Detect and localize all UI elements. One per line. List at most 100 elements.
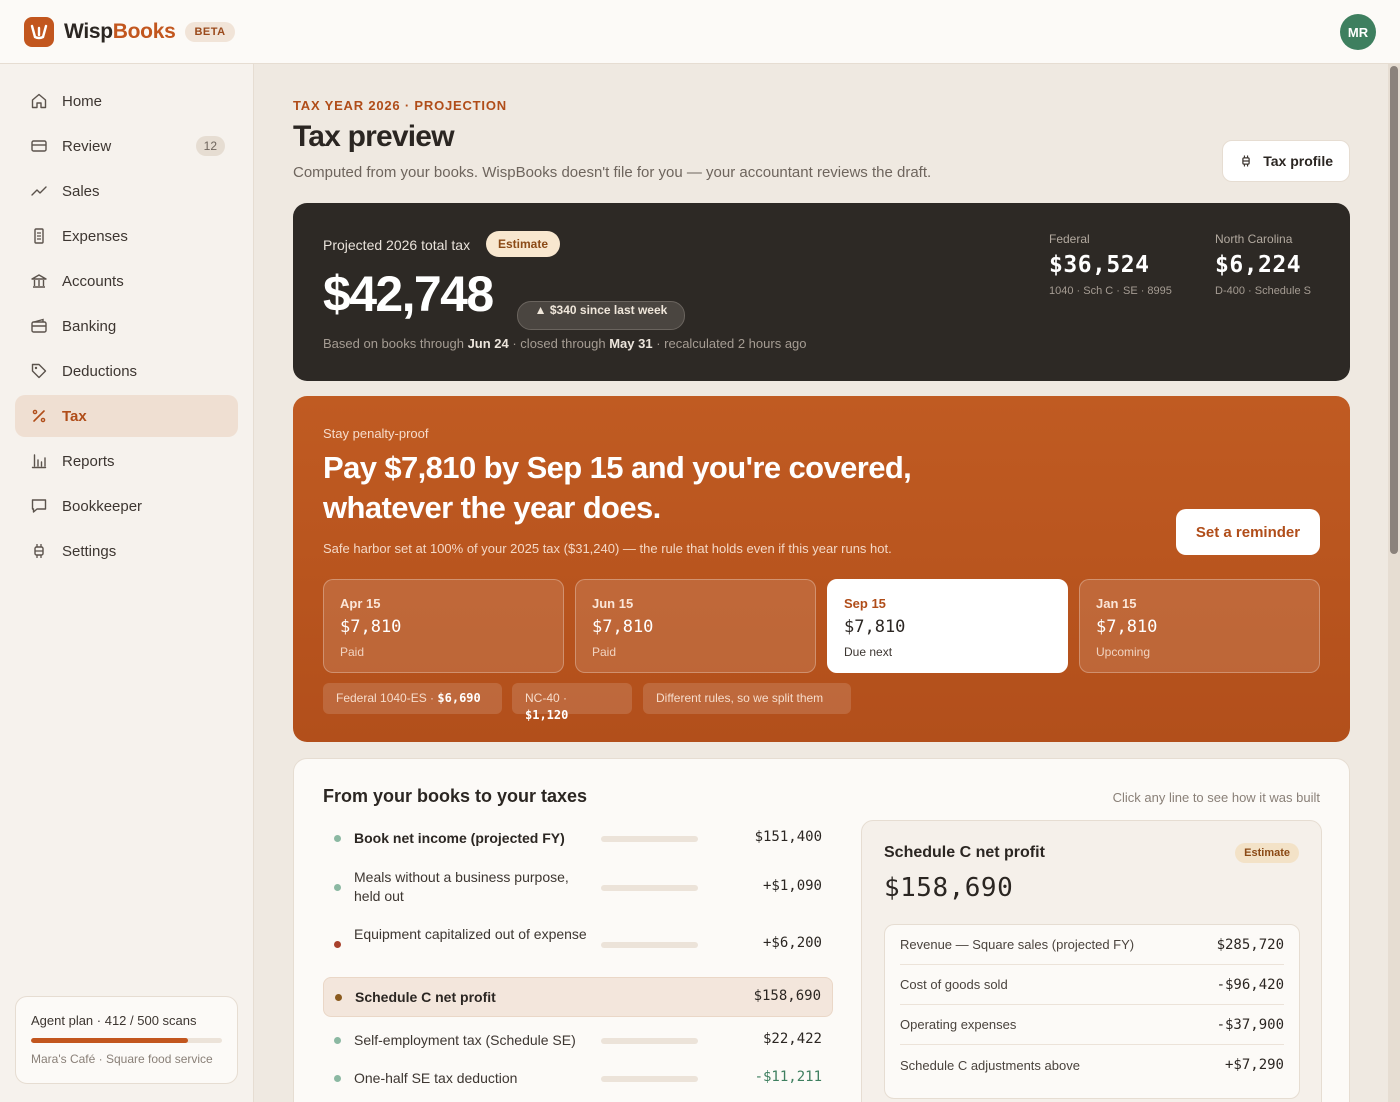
- installment-card[interactable]: Jun 15 $7,810 Paid: [575, 579, 816, 673]
- beta-badge: BETA: [185, 21, 235, 42]
- sidebar-item-sales[interactable]: Sales: [15, 170, 238, 212]
- status-dot: [334, 1037, 341, 1044]
- trend-up-icon: [30, 182, 48, 200]
- chat-icon: [30, 497, 48, 515]
- state-label: North Carolina: [1215, 232, 1293, 246]
- set-reminder-button[interactable]: Set a reminder: [1176, 509, 1320, 555]
- receipt-icon: [30, 227, 48, 245]
- breakdown-line[interactable]: Cost of goods sold -$96,420: [900, 965, 1284, 1005]
- sidebar-item-bookkeeper[interactable]: Bookkeeper: [15, 485, 238, 527]
- reconciliation-row[interactable]: One-half SE tax deduction -$11,211: [323, 1061, 833, 1097]
- breakdown-line[interactable]: Operating expenses -$37,900: [900, 1005, 1284, 1045]
- row-value: +$1,090: [762, 878, 822, 894]
- sidebar-item-tax[interactable]: Tax: [15, 395, 238, 437]
- sidebar-item-banking[interactable]: Banking: [15, 305, 238, 347]
- installment-amount: $7,810: [592, 617, 654, 637]
- installment-card-due-next[interactable]: Sep 15 $7,810 Due next: [827, 579, 1068, 673]
- row-label: Meals without a business purpose, held o…: [354, 869, 569, 904]
- federal-label: Federal: [1049, 232, 1090, 246]
- row-bar: [601, 885, 698, 891]
- sidebar-item-label: Banking: [62, 317, 117, 335]
- sidebar-item-label: Review: [62, 137, 112, 155]
- safe-harbor-description: Safe harbor set at 100% of your 2025 tax…: [323, 541, 892, 556]
- bank-icon: [30, 272, 48, 290]
- tag-icon: [30, 362, 48, 380]
- row-bar: [601, 836, 698, 842]
- row-label: Self-employment tax (Schedule SE): [354, 1032, 576, 1048]
- installment-amount: $7,810: [844, 617, 906, 637]
- reconciliation-row[interactable]: Self-employment tax (Schedule SE) $22,42…: [323, 1023, 833, 1059]
- sidebar-item-expenses[interactable]: Expenses: [15, 215, 238, 257]
- reconciliation-row-highlight[interactable]: Schedule C net profit $158,690: [323, 977, 833, 1017]
- reconciliation-row[interactable]: Book net income (projected FY) $151,400: [323, 821, 833, 857]
- scrollbar-thumb[interactable]: [1390, 66, 1398, 554]
- page-scrollbar[interactable]: [1388, 64, 1400, 1102]
- installment-status: Due next: [844, 645, 893, 659]
- sidebar-item-label: Accounts: [62, 272, 124, 290]
- installment-amount: $7,810: [340, 617, 402, 637]
- installment-status: Paid: [592, 645, 617, 659]
- sidebar-item-label: Reports: [62, 452, 115, 470]
- sidebar-item-settings[interactable]: Settings: [15, 530, 238, 572]
- sidebar-nav: Home Review 12 Sales Expenses Accounts B…: [15, 80, 238, 575]
- row-bar: [601, 1076, 698, 1082]
- review-count-badge: 12: [195, 136, 225, 156]
- installment-amount: $7,810: [1096, 617, 1158, 637]
- installment-date: Jan 15: [1096, 596, 1137, 611]
- home-icon: [30, 92, 48, 110]
- state-tax-summary[interactable]: North Carolina $6,224 D-400 · Schedule S: [1215, 232, 1311, 297]
- user-avatar[interactable]: MR: [1340, 14, 1376, 50]
- safe-harbor-card: Stay penalty-proof Pay $7,810 by Sep 15 …: [293, 396, 1350, 742]
- installment-card[interactable]: Apr 15 $7,810 Paid: [323, 579, 564, 673]
- projected-tax-card: Projected 2026 total tax Estimate $42,74…: [293, 203, 1350, 381]
- status-dot: [335, 994, 342, 1001]
- installment-card[interactable]: Jan 15 $7,810 Upcoming: [1079, 579, 1320, 673]
- schedule-c-amount: $158,690: [884, 873, 1014, 903]
- status-dot: [334, 941, 341, 948]
- sidebar-item-accounts[interactable]: Accounts: [15, 260, 238, 302]
- recalc-note: Based on books through Jun 24 · closed t…: [323, 336, 807, 351]
- plan-usage-bar: [31, 1038, 222, 1043]
- tax-profile-label: Tax profile: [1263, 153, 1333, 169]
- row-label: Schedule C net profit: [355, 989, 496, 1005]
- tax-profile-button[interactable]: Tax profile: [1222, 140, 1350, 182]
- installment-date: Jun 15: [592, 596, 634, 611]
- settings-icon: [1239, 154, 1253, 168]
- estimate-badge: Estimate: [486, 231, 561, 257]
- sidebar-item-label: Bookkeeper: [62, 497, 143, 515]
- page-eyebrow: TAX YEAR 2026 · PROJECTION: [293, 98, 507, 113]
- inbox-icon: [30, 137, 48, 155]
- state-amount: $6,224: [1215, 252, 1302, 278]
- state-split-chip: NC-40 · $1,120: [512, 683, 632, 722]
- schedule-c-card: Schedule C net profit Estimate $158,690 …: [861, 820, 1322, 1102]
- status-dot: [334, 884, 341, 891]
- plan-usage-fill: [31, 1038, 189, 1043]
- sidebar-item-label: Sales: [62, 182, 100, 200]
- sidebar-item-reports[interactable]: Reports: [15, 440, 238, 482]
- reconciliation-row[interactable]: Meals without a business purpose, held o…: [323, 863, 833, 913]
- federal-forms: 1040 · Sch C · SE · 8995: [1049, 285, 1172, 297]
- brand-name: WispBooks: [64, 19, 176, 43]
- schedule-c-breakdown: Revenue — Square sales (projected FY) $28…: [884, 924, 1300, 1099]
- row-value: $151,400: [754, 829, 822, 845]
- row-bar: [601, 942, 698, 948]
- sidebar-item-review[interactable]: Review 12: [15, 125, 238, 167]
- wispbooks-logo-icon[interactable]: [24, 16, 54, 47]
- state-forms: D-400 · Schedule S: [1215, 285, 1311, 297]
- federal-amount: $36,524: [1049, 252, 1150, 278]
- row-label: Book net income (projected FY): [354, 830, 565, 846]
- installment-status: Upcoming: [1096, 645, 1151, 659]
- sidebar-item-deductions[interactable]: Deductions: [15, 350, 238, 392]
- federal-tax-summary[interactable]: Federal $36,524 1040 · Sch C · SE · 8995: [1049, 232, 1172, 297]
- bar-chart-icon: [30, 452, 48, 470]
- row-label: Equipment capitalized out of expense: [354, 926, 587, 942]
- safe-harbor-eyebrow: Stay penalty-proof: [323, 426, 429, 441]
- reconciliation-row[interactable]: Equipment capitalized out of expense +$6…: [323, 920, 833, 970]
- breakdown-line[interactable]: Schedule C adjustments above +$7,290: [900, 1045, 1284, 1085]
- settings-icon: [30, 542, 48, 560]
- row-bar: [601, 1038, 698, 1044]
- breakdown-line[interactable]: Revenue — Square sales (projected FY) $28…: [900, 925, 1284, 965]
- sidebar-item-home[interactable]: Home: [15, 80, 238, 122]
- books-to-taxes-card: From your books to your taxes Click any …: [293, 758, 1350, 1102]
- agent-plan-card[interactable]: Agent plan · 412 / 500 scans Mara's Café…: [15, 996, 238, 1084]
